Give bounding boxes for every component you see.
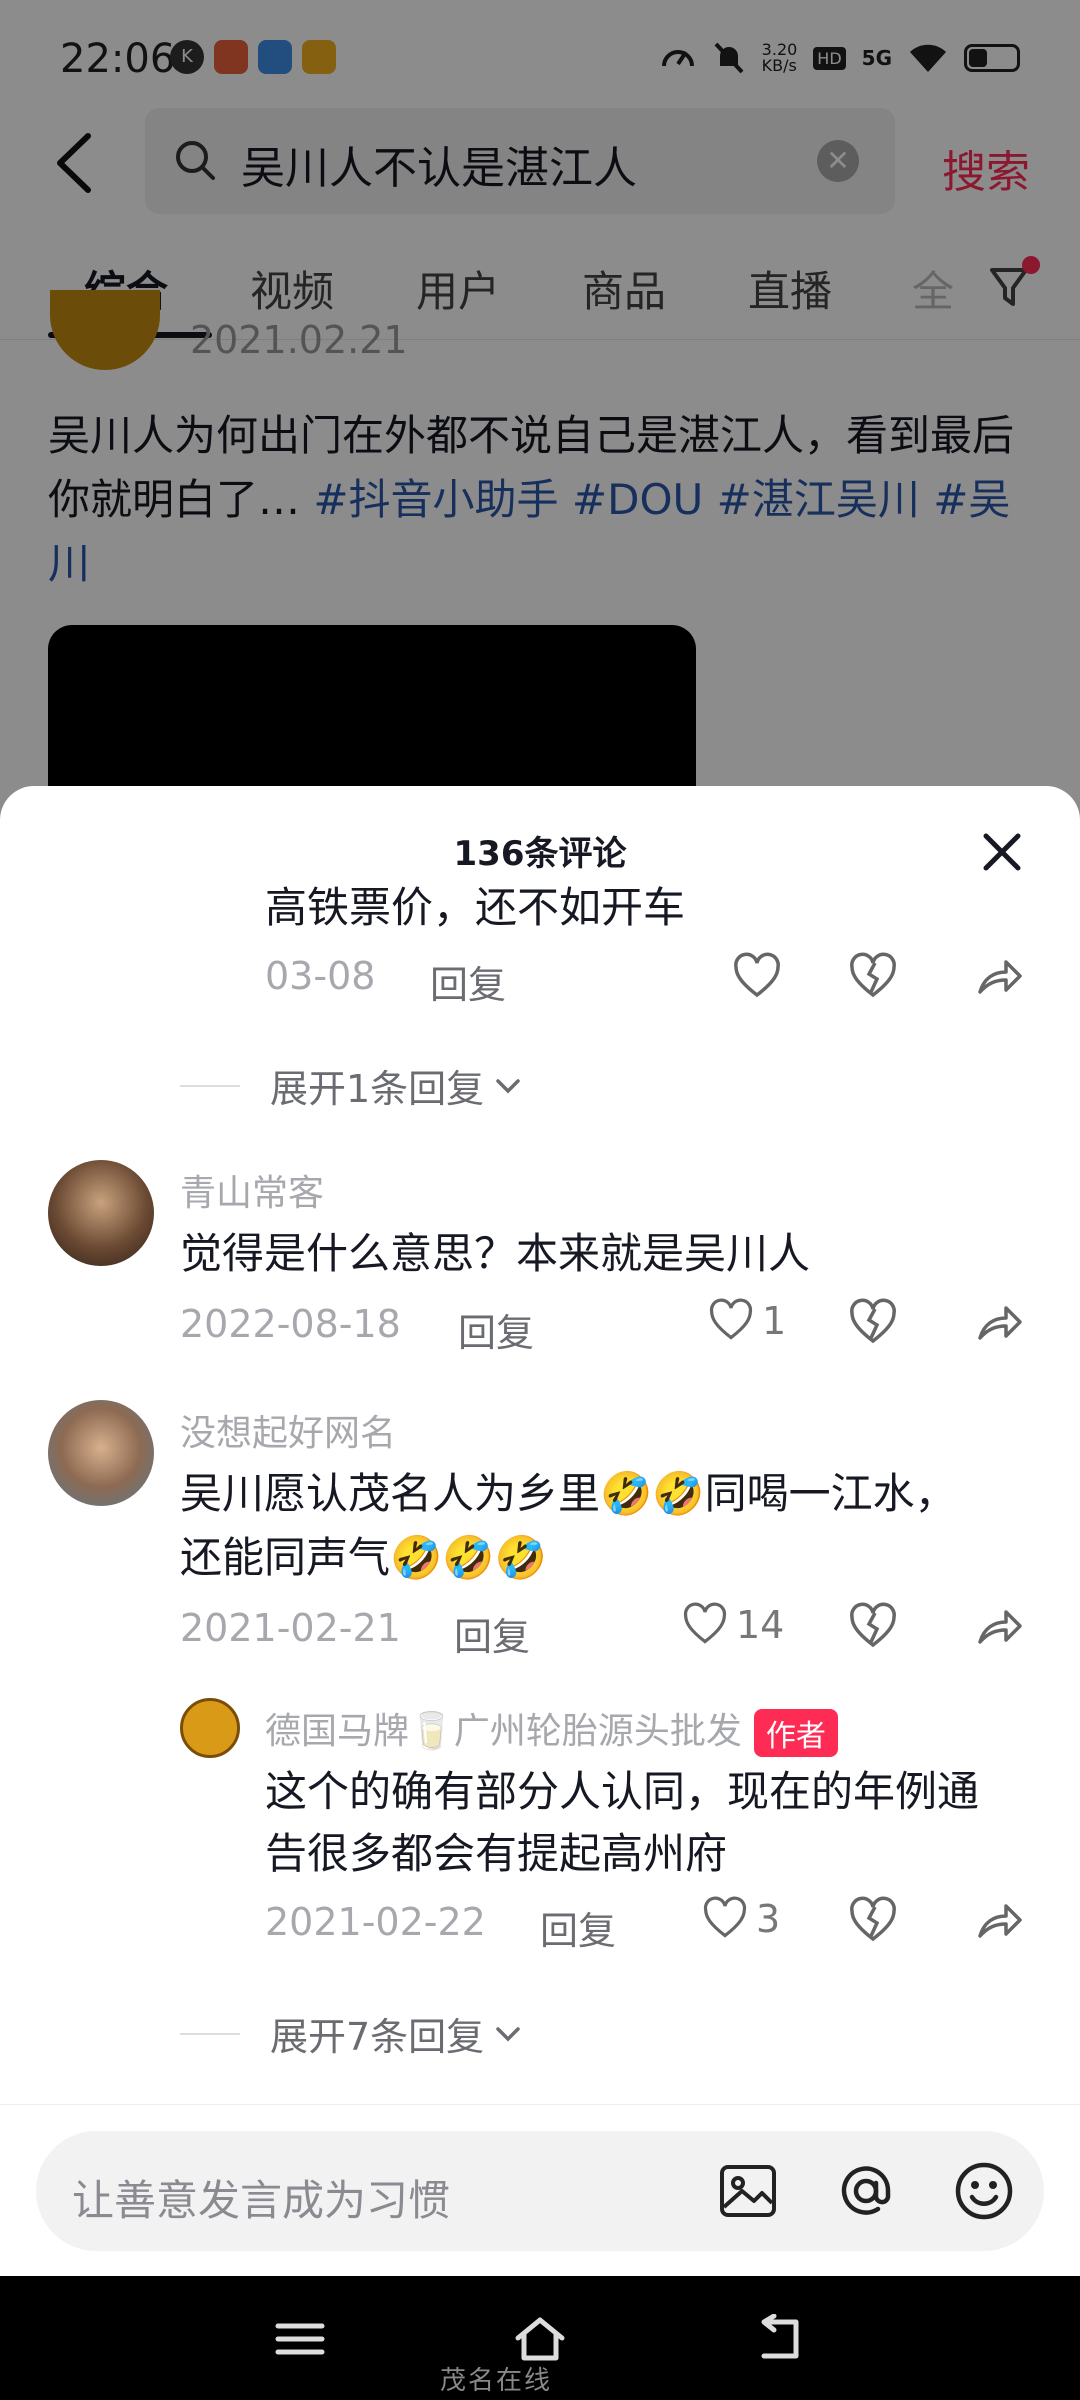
comment-username: 德国马牌🥛广州轮胎源头批发 [265, 1711, 742, 1752]
expand-replies-label: 展开7条回复 [270, 2015, 485, 2059]
comment-input-bar: 让善意发言成为习惯 [0, 2104, 1080, 2276]
emoji-icon[interactable] [952, 2159, 1016, 2223]
comment-date: 2022-08-18 [180, 1302, 401, 1346]
close-comments-button[interactable] [976, 826, 1028, 878]
avatar[interactable] [48, 1400, 154, 1506]
share-icon[interactable] [974, 1298, 1024, 1348]
home-icon[interactable] [512, 2314, 568, 2364]
heart-icon [709, 1298, 753, 1340]
dislike-icon[interactable] [848, 1896, 898, 1946]
avatar[interactable] [48, 1160, 154, 1266]
comment-text: 高铁票价，还不如开车 [265, 883, 686, 932]
reply-username[interactable]: 德国马牌🥛广州轮胎源头批发 作者 [265, 1702, 838, 1757]
comment-text-line: 这个的确有部分人认同，现在的年例通 [265, 1767, 980, 1816]
comment-input-placeholder: 让善意发言成为习惯 [72, 2176, 451, 2225]
share-icon[interactable] [974, 952, 1024, 1002]
image-icon[interactable] [716, 2159, 780, 2223]
comment-username[interactable]: 青山常客 [180, 1164, 324, 1216]
like-count: 14 [736, 1603, 785, 1647]
avatar[interactable] [180, 1698, 240, 1758]
dislike-icon[interactable] [848, 952, 898, 1002]
chevron-down-icon [496, 2026, 520, 2041]
comment-date: 2021-02-21 [180, 1606, 401, 1650]
like-button[interactable]: 3 [702, 1896, 780, 1942]
reply-button[interactable]: 回复 [458, 1302, 534, 1357]
expand-replies-button[interactable]: 展开7条回复 [180, 2006, 526, 2061]
comment-date: 2021-02-22 [265, 1900, 486, 1944]
reply-button[interactable]: 回复 [454, 1606, 530, 1661]
watermark-logo: 茂名在线 [440, 2366, 553, 2396]
like-count: 3 [756, 1897, 781, 1941]
comment-text-line: 还能同声气🤣🤣🤣 [180, 1533, 547, 1582]
heart-icon [703, 1896, 747, 1938]
comments-sheet: 136条评论 高铁票价，还不如开车 03-08 回复 展开1条回复 青山常客 觉… [0, 786, 1080, 2276]
reply-button[interactable]: 回复 [540, 1900, 616, 1955]
mention-icon[interactable] [834, 2159, 898, 2223]
comment-date: 03-08 [265, 954, 376, 998]
share-icon[interactable] [974, 1896, 1024, 1946]
chevron-down-icon [496, 1078, 520, 1093]
heart-icon[interactable] [732, 952, 782, 1002]
comments-count-title: 136条评论 [453, 834, 627, 874]
divider-line [180, 2032, 240, 2035]
share-icon[interactable] [974, 1602, 1024, 1652]
dislike-icon[interactable] [848, 1298, 898, 1348]
comment-text-line: 吴川愿认茂名人为乡里🤣🤣同喝一江水， [180, 1469, 957, 1518]
like-button[interactable]: 1 [708, 1298, 786, 1344]
menu-icon[interactable] [272, 2314, 328, 2364]
reply-button[interactable]: 回复 [430, 954, 506, 1009]
back-nav-icon[interactable] [752, 2314, 808, 2364]
system-navigation-bar: 茂名在线 [0, 2276, 1080, 2400]
like-count: 1 [762, 1299, 787, 1343]
author-badge: 作者 [753, 1709, 838, 1757]
expand-replies-button[interactable]: 展开1条回复 [180, 1058, 526, 1113]
dislike-icon[interactable] [848, 1602, 898, 1652]
like-button[interactable]: 14 [682, 1602, 784, 1648]
divider-line [180, 1084, 240, 1087]
comment-text-line: 告很多都会有提起高州府 [265, 1829, 728, 1878]
expand-replies-label: 展开1条回复 [270, 1067, 485, 1111]
heart-icon [683, 1602, 727, 1644]
comment-input[interactable]: 让善意发言成为习惯 [36, 2131, 1044, 2251]
comment-username[interactable]: 没想起好网名 [180, 1404, 396, 1456]
comment-text: 觉得是什么意思？本来就是吴川人 [180, 1229, 811, 1278]
